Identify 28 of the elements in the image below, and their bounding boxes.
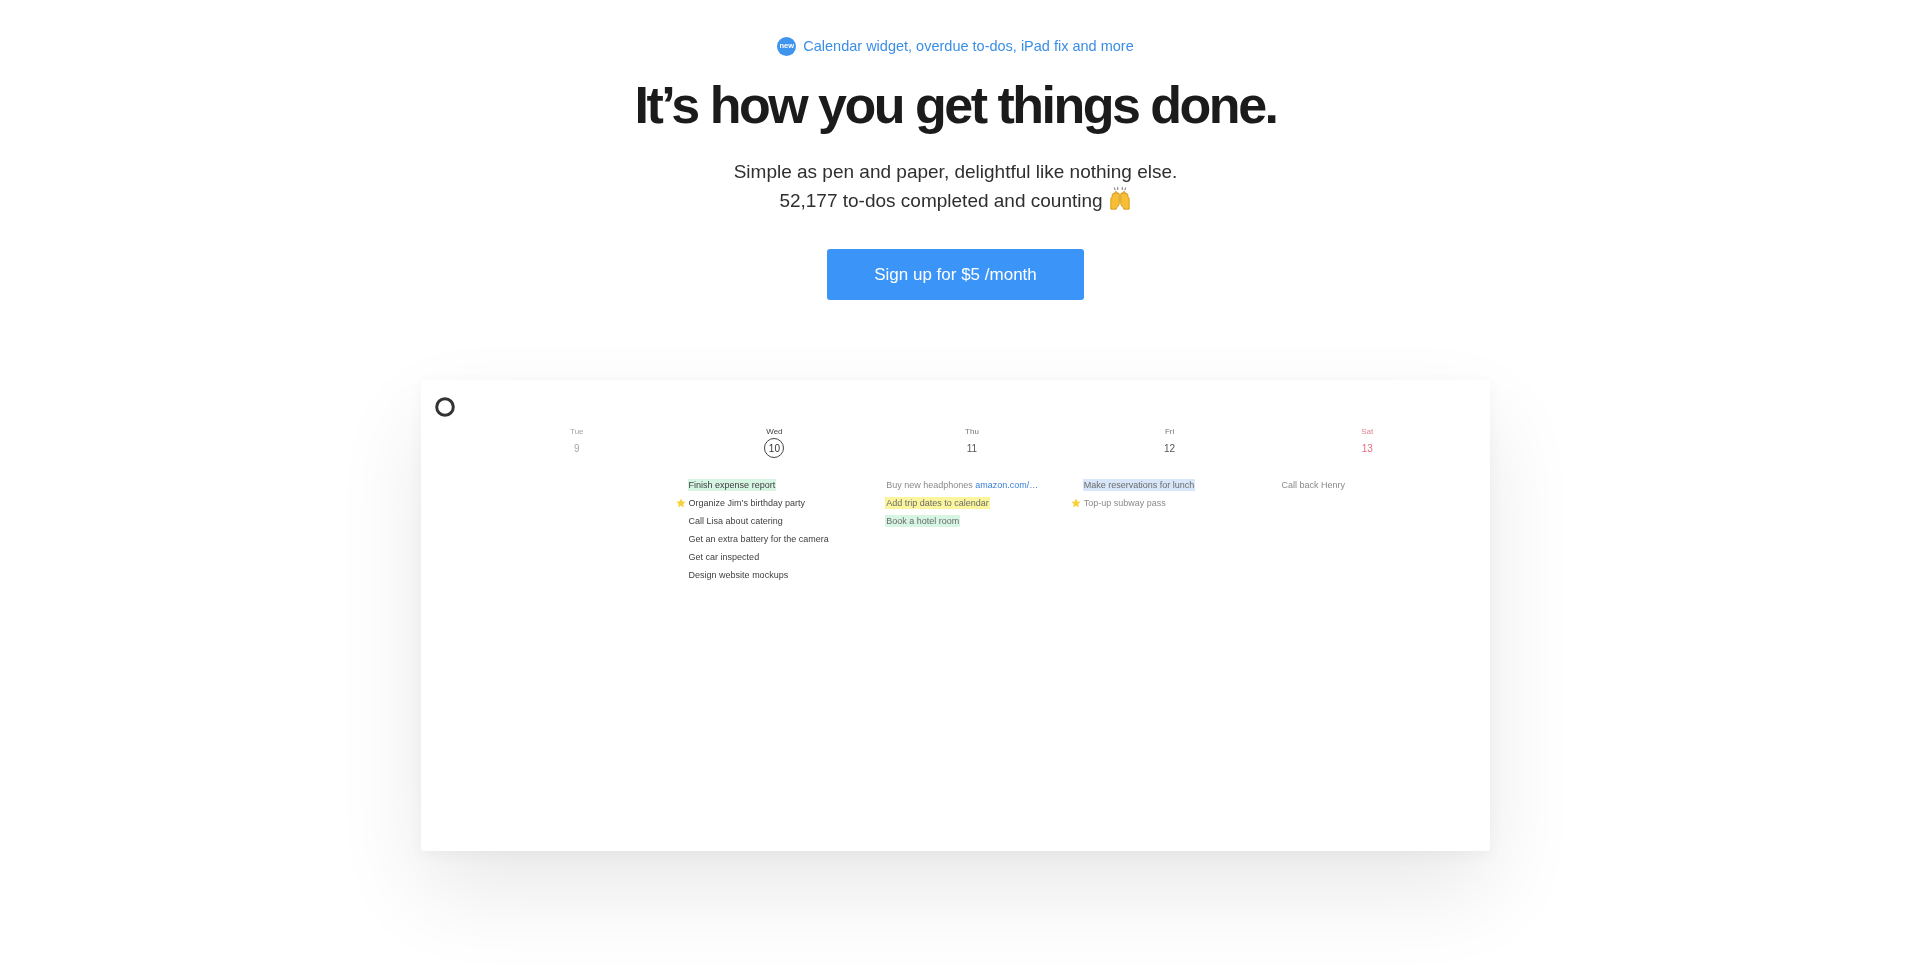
todo-item[interactable]: Call Lisa about catering	[687, 515, 784, 527]
day-date[interactable]: 11	[962, 438, 982, 458]
todo-link[interactable]: amazon.com/…	[975, 480, 1039, 490]
headline: It’s how you get things done.	[634, 75, 1277, 135]
todo-item[interactable]: Add trip dates to calendar	[885, 497, 990, 509]
todo-item[interactable]: Book a hotel room	[885, 515, 961, 527]
raised-hands-icon	[1107, 186, 1132, 211]
todo-item[interactable]: Buy new headphones amazon.com/…	[885, 479, 1040, 491]
signup-button[interactable]: Sign up for $5 /month	[827, 249, 1084, 300]
todo-item[interactable]: Organize Jim’s birthday party	[687, 497, 806, 509]
day-date[interactable]: 13	[1357, 438, 1378, 458]
day-date[interactable]: 12	[1159, 438, 1180, 458]
todo-item[interactable]: Call back Henry	[1280, 479, 1346, 491]
day-name: Sat	[1361, 427, 1374, 437]
day-name: Tue	[570, 427, 584, 437]
todo-item[interactable]: Get car inspected	[687, 551, 761, 563]
todo-item[interactable]: Finish expense report	[687, 479, 777, 491]
day-name: Fri	[1164, 427, 1175, 437]
ring-icon	[435, 397, 455, 417]
day-name: Wed	[766, 427, 783, 437]
subtitle-text: 52,177 to-dos completed and counting	[779, 189, 1103, 213]
todo-item[interactable]: Make reservations for lunch	[1082, 479, 1196, 491]
announcement-link[interactable]: Calendar widget, overdue to-dos, iPad fix and more	[803, 38, 1134, 54]
day-name: Thu	[965, 427, 979, 437]
todo-item[interactable]: Top-up subway pass	[1082, 497, 1167, 509]
todo-item[interactable]: Get an extra battery for the camera	[687, 533, 830, 545]
subtitle-text: Simple as pen and paper, delightful like nothing else.	[733, 160, 1178, 184]
todo-item[interactable]: Design website mockups	[687, 569, 790, 581]
